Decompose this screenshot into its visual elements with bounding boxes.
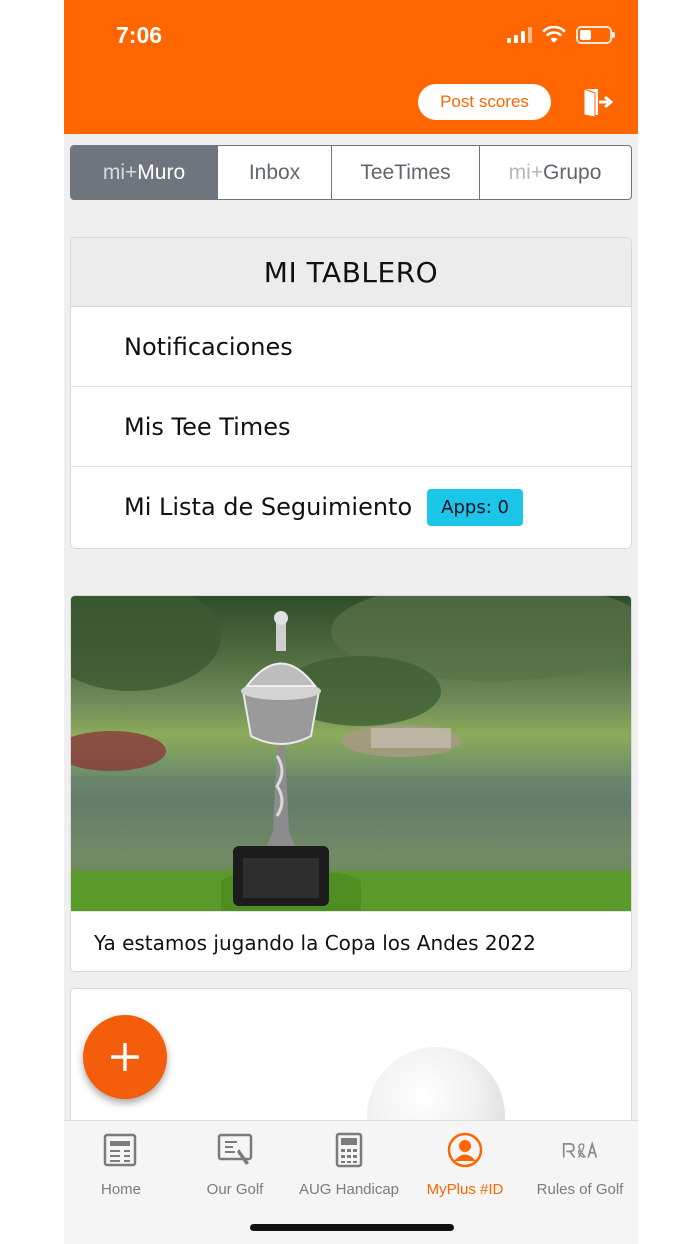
status-icons [507, 26, 615, 44]
dashboard-item-label: Notificaciones [124, 332, 293, 361]
dashboard-item-tee-times[interactable]: Mis Tee Times [71, 387, 631, 467]
nav-our-golf[interactable]: Our Golf [178, 1131, 292, 1198]
dashboard-item-label: Mis Tee Times [124, 412, 291, 441]
user-circle-icon [446, 1131, 484, 1169]
nav-label: Our Golf [206, 1181, 264, 1198]
tab-inbox[interactable]: Inbox [218, 146, 332, 199]
tab-teetimes[interactable]: TeeTimes [332, 146, 480, 199]
dashboard-card: MI TABLERO Notificaciones Mis Tee Times … [70, 237, 632, 549]
dashboard-item-label: Mi Lista de Seguimiento [124, 493, 413, 521]
nav-label: MyPlus #ID [426, 1181, 504, 1198]
post-caption: Ya estamos jugando la Copa los Andes 202… [71, 911, 631, 971]
wifi-icon [542, 26, 566, 43]
tab-label: TeeTimes [360, 160, 451, 184]
status-time: 7:06 [116, 22, 163, 48]
signal-icon [507, 27, 532, 43]
tab-label: Inbox [248, 160, 301, 184]
dashboard-item-notificaciones[interactable]: Notificaciones [71, 307, 631, 387]
nav-label: Rules of Golf [536, 1181, 624, 1198]
app-screen: 7:06 Post scores mi+ Muro Inbox TeeTimes… [64, 0, 638, 1244]
scorecard-icon [216, 1131, 254, 1169]
nav-rules-of-golf[interactable]: Rules of Golf [523, 1131, 637, 1198]
tab-prefix: mi+ [102, 160, 138, 184]
dashboard-item-watchlist[interactable]: Mi Lista de Seguimiento Apps: 0 [71, 467, 631, 547]
plus-icon [111, 1043, 139, 1071]
tab-label: Muro [137, 160, 186, 184]
trophy-illustration [71, 596, 631, 911]
nav-label: Home [100, 1181, 141, 1198]
app-header: 7:06 Post scores [64, 0, 638, 134]
trophy-photo [71, 596, 631, 911]
tab-mi-grupo[interactable]: mi+ Grupo [480, 146, 630, 199]
logout-door-icon[interactable] [581, 86, 613, 118]
dashboard-title: MI TABLERO [71, 238, 631, 307]
apps-count-badge: Apps: 0 [427, 488, 523, 526]
nav-aug-handicap[interactable]: AUG Handicap [292, 1131, 406, 1198]
news-post-card[interactable]: Ya estamos jugando la Copa los Andes 202… [70, 595, 632, 972]
battery-icon [576, 26, 615, 44]
newspaper-icon [102, 1131, 140, 1169]
add-post-button[interactable] [83, 1015, 167, 1099]
nav-myplus-id[interactable]: MyPlus #ID [408, 1131, 522, 1198]
calculator-icon [330, 1131, 368, 1169]
nav-label: AUG Handicap [298, 1181, 400, 1198]
segmented-tabs: mi+ Muro Inbox TeeTimes mi+ Grupo [70, 145, 632, 200]
tab-mi-muro[interactable]: mi+ Muro [71, 146, 218, 199]
tab-label: Grupo [543, 160, 602, 184]
nav-home[interactable]: Home [64, 1131, 178, 1198]
randa-logo-icon [561, 1131, 599, 1169]
home-indicator [250, 1224, 454, 1231]
post-scores-button[interactable]: Post scores [418, 84, 551, 120]
tab-prefix: mi+ [508, 160, 544, 184]
